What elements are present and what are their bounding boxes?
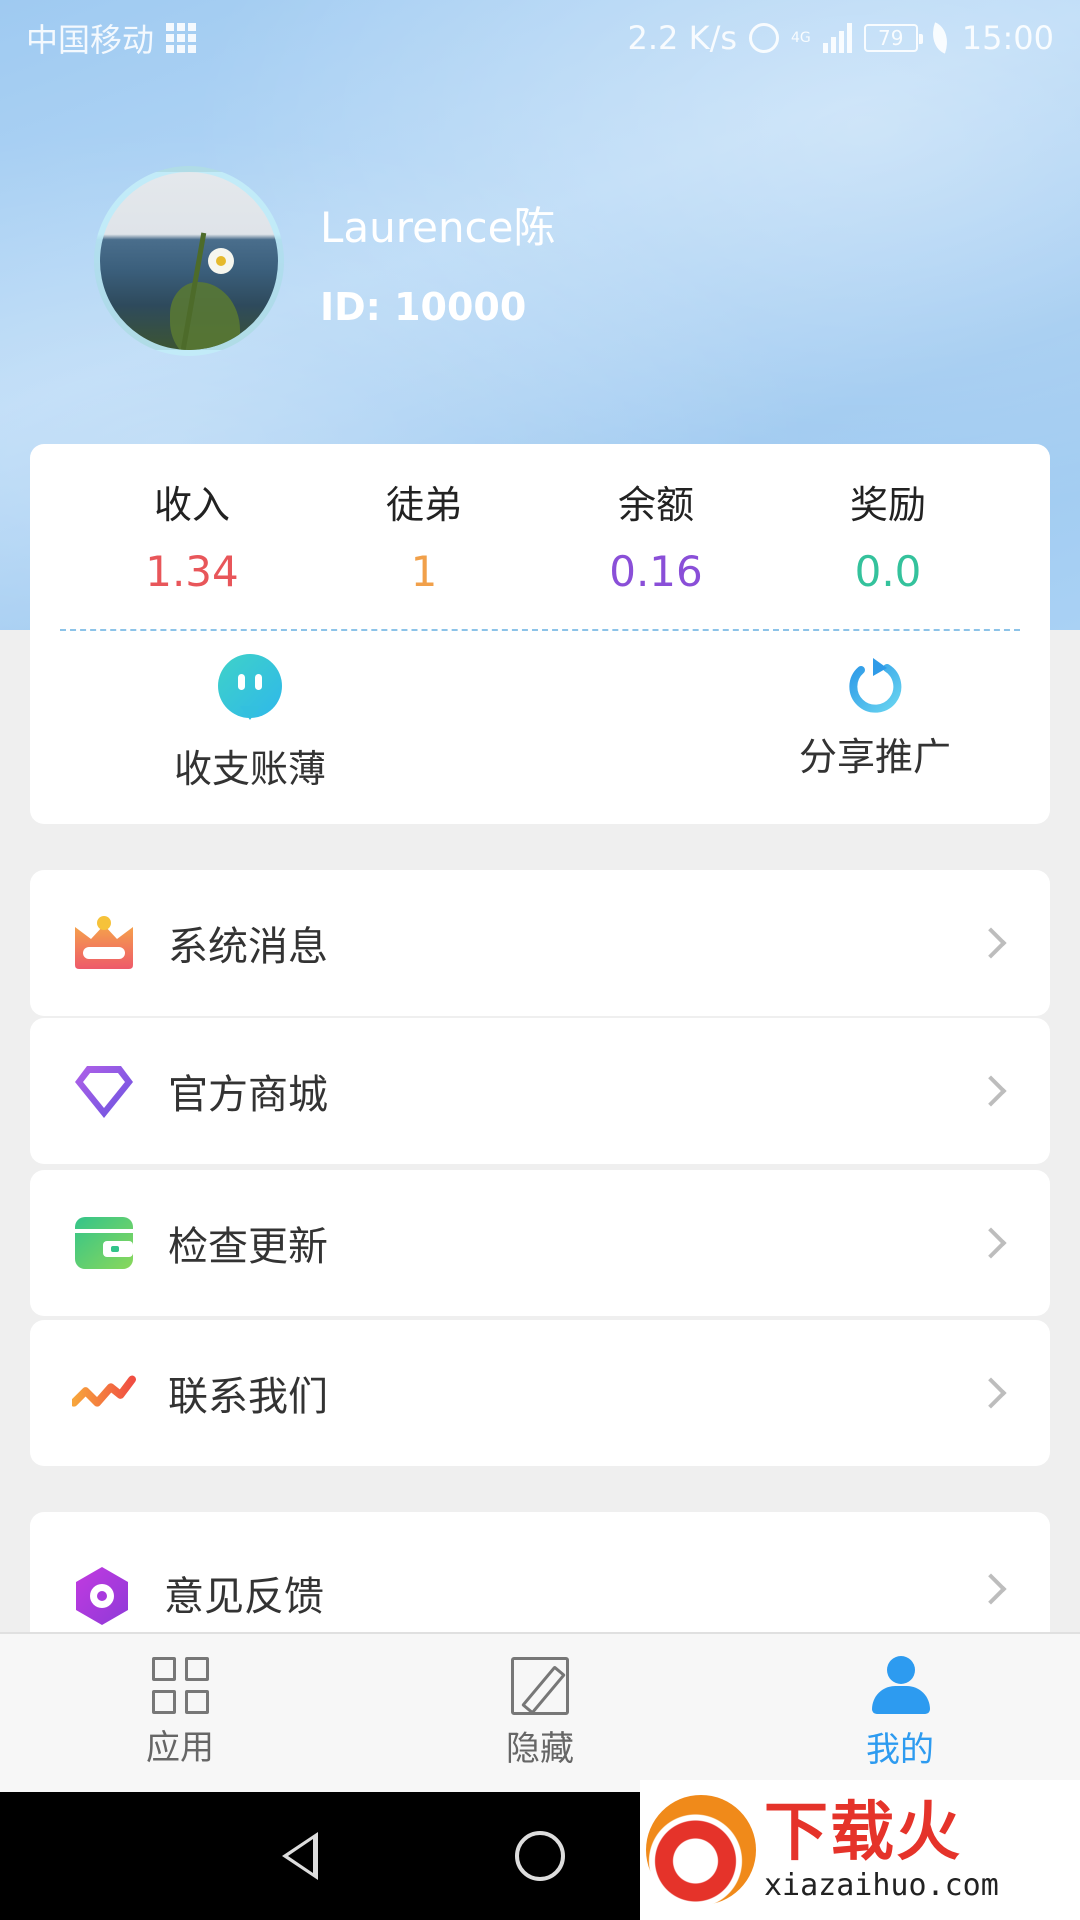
- battery-icon: 79: [863, 24, 923, 52]
- menu-label: 检查更新: [168, 1224, 328, 1270]
- power-saving-icon: [925, 22, 954, 54]
- stat-value: 1.34: [145, 547, 239, 596]
- grid-icon: [151, 1657, 209, 1714]
- stat-income[interactable]: 收入 1.34: [76, 474, 308, 596]
- chevron-right-icon: [975, 1227, 1007, 1259]
- status-bar: 中国移动 2.2 K/s 4G 79 15:00: [0, 0, 1080, 76]
- menu-label: 系统消息: [168, 924, 328, 970]
- watermark-brand: 下载火: [764, 1795, 962, 1870]
- stat-value: 0.16: [609, 547, 703, 596]
- alarm-icon: [749, 23, 780, 53]
- tab-apps[interactable]: 应用: [0, 1634, 360, 1792]
- stats-card: 收入 1.34 徒弟 1 余额 0.16 奖励 0.0 收支账薄 分享推广: [30, 444, 1050, 824]
- menu-item-official-store[interactable]: 官方商城: [30, 1018, 1050, 1164]
- tab-hidden[interactable]: 隐藏: [360, 1634, 720, 1792]
- user-name: Laurence陈: [320, 202, 556, 252]
- tab-label: 隐藏: [506, 1728, 574, 1769]
- stat-reward[interactable]: 奖励 0.0: [772, 474, 1004, 596]
- quick-actions: 收支账薄 分享推广: [30, 654, 1050, 804]
- home-button[interactable]: [480, 1792, 600, 1920]
- sim-grid-icon: [166, 23, 197, 53]
- profile-block: Laurence陈 ID: 10000: [94, 166, 556, 356]
- refresh-icon: [849, 658, 902, 713]
- stat-apprentice[interactable]: 徒弟 1: [308, 474, 540, 596]
- menu-item-check-update[interactable]: 检查更新: [30, 1170, 1050, 1316]
- stat-label: 余额: [617, 483, 694, 527]
- ledger-label: 收支账薄: [173, 747, 326, 791]
- menu-item-contact-us[interactable]: 联系我们: [30, 1320, 1050, 1466]
- watermark: 下载火 xiazaihuo.com: [640, 1780, 1080, 1920]
- stat-value: 0.0: [854, 547, 922, 596]
- menu-label: 联系我们: [168, 1374, 328, 1420]
- crown-icon: [72, 911, 136, 975]
- network-speed: 2.2 K/s: [627, 19, 738, 57]
- home-circle-icon: [515, 1831, 565, 1881]
- carrier-label: 中国移动: [26, 21, 155, 59]
- avatar[interactable]: [94, 166, 284, 356]
- share-button[interactable]: 分享推广: [760, 654, 990, 781]
- stat-label: 收入: [153, 483, 230, 527]
- wallet-icon: [72, 1211, 136, 1275]
- signal-icon: [822, 23, 852, 53]
- menu-label: 官方商城: [168, 1072, 328, 1118]
- bottom-tab-bar: 应用 隐藏 我的: [0, 1632, 1080, 1792]
- trend-icon: [72, 1361, 136, 1425]
- stat-label: 奖励: [849, 483, 926, 527]
- tab-label: 应用: [146, 1728, 214, 1768]
- chevron-right-icon: [975, 927, 1007, 959]
- diamond-icon: [72, 1059, 136, 1123]
- edit-icon: [511, 1656, 569, 1715]
- tab-mine[interactable]: 我的: [720, 1634, 1080, 1792]
- flame-logo-icon: [646, 1795, 756, 1905]
- stat-balance[interactable]: 余额 0.16: [540, 474, 772, 596]
- ledger-button[interactable]: 收支账薄: [135, 654, 365, 793]
- menu-item-feedback[interactable]: 意见反馈: [30, 1512, 1050, 1636]
- chat-bubble-icon: [218, 654, 282, 720]
- chevron-right-icon: [975, 1377, 1007, 1409]
- share-label: 分享推广: [798, 735, 951, 779]
- clock: 15:00: [961, 19, 1054, 57]
- hexagon-icon: [70, 1564, 134, 1628]
- person-icon: [870, 1655, 930, 1716]
- user-id: ID: 10000: [320, 284, 527, 329]
- chevron-right-icon: [975, 1075, 1007, 1107]
- chevron-right-icon: [975, 1573, 1007, 1605]
- dashed-divider: [60, 629, 1020, 631]
- menu-label: 意见反馈: [164, 1574, 324, 1620]
- back-button[interactable]: [240, 1792, 360, 1920]
- network-type: 4G: [791, 30, 811, 46]
- stat-value: 1: [410, 547, 438, 596]
- tab-label: 我的: [866, 1729, 934, 1770]
- watermark-url: xiazaihuo.com: [764, 1867, 999, 1903]
- back-triangle-icon: [282, 1832, 318, 1880]
- stat-label: 徒弟: [385, 483, 462, 527]
- menu-item-system-messages[interactable]: 系统消息: [30, 870, 1050, 1016]
